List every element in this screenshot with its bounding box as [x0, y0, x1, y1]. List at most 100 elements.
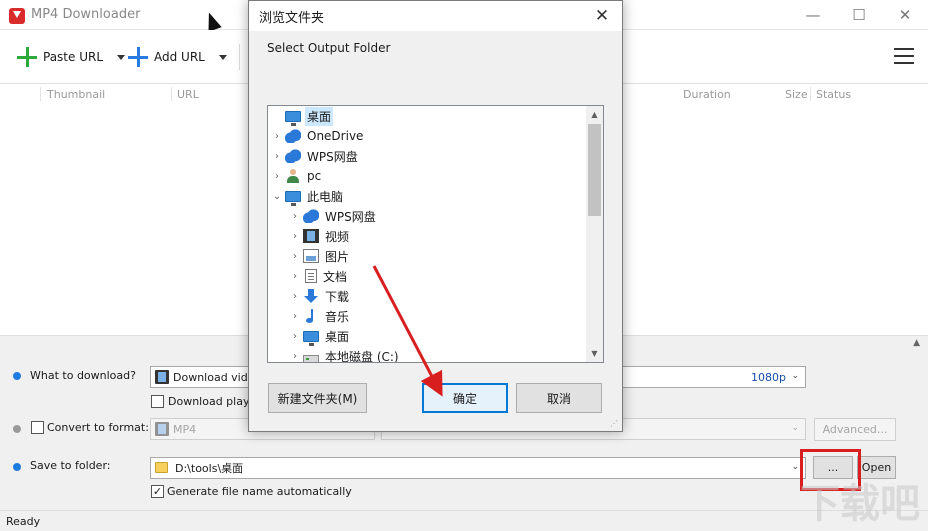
- column-url[interactable]: URL: [177, 88, 199, 101]
- cancel-button[interactable]: 取消: [516, 383, 602, 413]
- app-title: MP4 Downloader: [31, 7, 141, 22]
- chevron-down-icon[interactable]: [117, 54, 126, 60]
- chevron-right-icon[interactable]: ›: [271, 151, 283, 162]
- tree-item-label: 下载: [325, 289, 350, 304]
- add-url-button[interactable]: Add URL: [128, 46, 227, 68]
- tree-item-label: WPS网盘: [325, 209, 376, 224]
- column-status[interactable]: Status: [816, 88, 851, 101]
- scroll-down-icon[interactable]: ▼: [586, 345, 603, 362]
- tree-item[interactable]: › 下载: [268, 286, 586, 306]
- dialog-title-bar: 浏览文件夹 ✕: [249, 1, 622, 31]
- tree-item-label: 音乐: [325, 309, 350, 324]
- ok-button[interactable]: 确定: [422, 383, 508, 413]
- tree-item[interactable]: › 本地磁盘 (C:): [268, 346, 586, 362]
- maximize-button[interactable]: ☐: [836, 0, 882, 30]
- status-dot-icon: [13, 425, 21, 433]
- dialog-close-button[interactable]: ✕: [582, 1, 622, 31]
- folder-path-input[interactable]: D:\tools\桌面 ⌄: [150, 457, 806, 479]
- status-text: Ready: [6, 515, 41, 528]
- tree-item-label: pc: [307, 169, 322, 183]
- tree-item[interactable]: › 桌面: [268, 326, 586, 346]
- tree-item[interactable]: › pc: [268, 166, 586, 186]
- user-icon: [285, 169, 301, 183]
- collapse-icon[interactable]: ▲: [913, 338, 920, 348]
- watermark-logo: 下载吧: [800, 481, 920, 527]
- tree-item-label: 视频: [325, 229, 350, 244]
- chevron-right-icon[interactable]: ›: [289, 211, 301, 222]
- close-button[interactable]: ✕: [882, 0, 928, 30]
- chevron-down-icon: ⌄: [791, 423, 799, 433]
- tree-item-label: WPS网盘: [307, 149, 358, 164]
- tree-scrollbar[interactable]: ▲ ▼: [586, 106, 603, 362]
- music-folder-icon: [303, 309, 319, 323]
- video-icon: [155, 422, 169, 436]
- chevron-down-icon[interactable]: ⌄: [271, 191, 283, 202]
- app-logo-icon: [9, 8, 25, 24]
- cloud-icon: [285, 149, 301, 163]
- paste-url-label: Paste URL: [43, 50, 104, 64]
- quality-value[interactable]: 1080p: [751, 371, 786, 384]
- status-dot-icon: [13, 372, 21, 380]
- tree-item-label: 桌面: [305, 106, 334, 126]
- scroll-up-icon[interactable]: ▲: [586, 106, 603, 123]
- status-dot-icon: [13, 463, 21, 471]
- chevron-right-icon[interactable]: ›: [289, 251, 301, 262]
- toolbar-divider: [239, 44, 240, 70]
- tree-item[interactable]: › OneDrive: [268, 126, 586, 146]
- folder-tree[interactable]: › 本地磁盘 (C:) › 桌面 › 音乐 › 下载 › 文档 › 图片 › 视频 › WPS网盘 ⌄ 此电脑 › p…: [267, 105, 604, 363]
- cloud-icon: [303, 209, 319, 223]
- convert-format-label: Convert to format:: [47, 421, 149, 434]
- cloud-icon: [285, 129, 301, 143]
- menu-icon[interactable]: [894, 48, 914, 64]
- tree-item[interactable]: › 图片: [268, 246, 586, 266]
- chevron-right-icon[interactable]: ›: [271, 131, 283, 142]
- drive-icon: [303, 355, 319, 362]
- tree-item[interactable]: › 音乐: [268, 306, 586, 326]
- save-to-folder-label: Save to folder:: [30, 459, 111, 472]
- chevron-right-icon[interactable]: ›: [289, 271, 301, 282]
- format-value: MP4: [173, 422, 197, 436]
- resize-grip-icon[interactable]: ⋰: [610, 419, 620, 429]
- dialog-instruction: Select Output Folder: [267, 41, 391, 55]
- tree-item[interactable]: › WPS网盘: [268, 206, 586, 226]
- tree-item-label: OneDrive: [307, 129, 364, 143]
- download-folder-icon: [303, 289, 319, 303]
- download-playlist-checkbox[interactable]: [151, 395, 164, 408]
- tree-item[interactable]: › 文档: [268, 266, 586, 286]
- column-thumbnail[interactable]: Thumbnail: [47, 88, 105, 101]
- chevron-right-icon[interactable]: ›: [289, 311, 301, 322]
- auto-name-label: Generate file name automatically: [167, 485, 352, 498]
- chevron-down-icon[interactable]: [218, 54, 227, 60]
- plus-icon: [17, 47, 37, 67]
- minimize-button[interactable]: —: [790, 0, 836, 30]
- tree-item[interactable]: 桌面: [268, 106, 586, 126]
- convert-format-checkbox[interactable]: [31, 421, 44, 434]
- tree-item[interactable]: › WPS网盘: [268, 146, 586, 166]
- chevron-right-icon[interactable]: ›: [289, 331, 301, 342]
- tree-item-label: 桌面: [325, 329, 350, 344]
- chevron-right-icon[interactable]: ›: [289, 351, 301, 362]
- scroll-thumb[interactable]: [588, 124, 601, 216]
- document-folder-icon: [305, 269, 317, 283]
- tree-item[interactable]: ⌄ 此电脑: [268, 186, 586, 206]
- browse-folder-dialog: 浏览文件夹 ✕ Select Output Folder › 本地磁盘 (C:) ›…: [248, 0, 623, 432]
- column-duration[interactable]: Duration: [683, 88, 731, 101]
- folder-icon: [155, 462, 168, 473]
- chevron-down-icon: ⌄: [791, 371, 799, 381]
- new-folder-button[interactable]: 新建文件夹(M): [268, 383, 367, 413]
- chevron-right-icon[interactable]: ›: [271, 171, 283, 182]
- chevron-right-icon[interactable]: ›: [289, 231, 301, 242]
- dialog-title: 浏览文件夹: [259, 11, 325, 26]
- folder-path-value: D:\tools\桌面: [175, 462, 244, 475]
- chevron-right-icon[interactable]: ›: [289, 291, 301, 302]
- add-url-label: Add URL: [154, 50, 205, 64]
- video-folder-icon: [303, 229, 319, 243]
- tree-item[interactable]: › 视频: [268, 226, 586, 246]
- desktop-icon: [285, 110, 301, 126]
- column-size[interactable]: Size: [785, 88, 808, 101]
- paste-url-button[interactable]: Paste URL: [17, 46, 126, 68]
- auto-name-checkbox[interactable]: ✓: [151, 485, 164, 498]
- tree-item-label: 此电脑: [307, 189, 344, 204]
- advanced-button[interactable]: Advanced...: [814, 418, 896, 441]
- tree-item-label: 文档: [323, 269, 348, 284]
